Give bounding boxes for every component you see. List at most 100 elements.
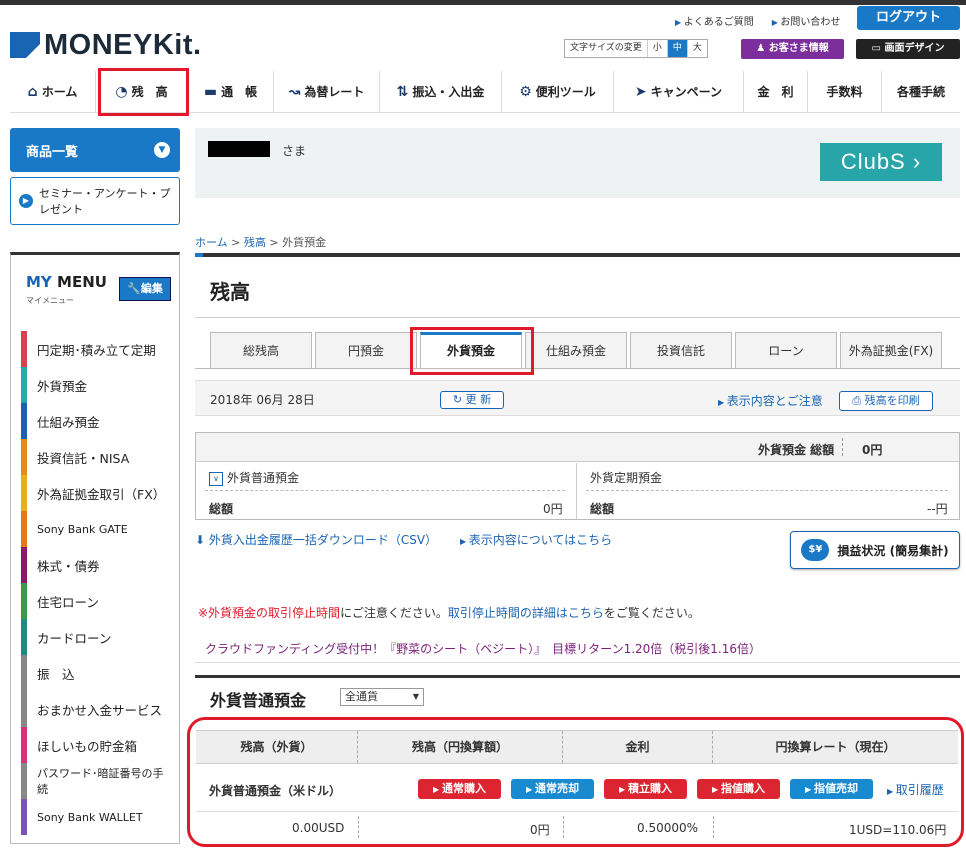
- screen-design-label: 画面デザイン: [884, 43, 945, 54]
- summary-ordinary-title[interactable]: 外貨普通預金: [209, 469, 299, 486]
- crowdfunding-notice[interactable]: クラウドファンディング受付中！『野菜のシート（ベジート）』 目標リターン1.20…: [205, 640, 761, 657]
- edit-label: 編集: [140, 282, 163, 295]
- customer-info-button[interactable]: ♟ お客さま情報: [741, 39, 844, 59]
- refresh-button[interactable]: ↻ 更 新: [440, 391, 504, 409]
- products-label: 商品一覧: [26, 144, 79, 160]
- nav-campaign[interactable]: ➤ キャンペーン: [614, 70, 744, 113]
- font-size-small[interactable]: 小: [646, 40, 667, 57]
- breadcrumb-balance[interactable]: 残高: [244, 236, 266, 249]
- nav-label: 通 帳: [221, 85, 258, 99]
- my-menu-subtitle: マイメニュー: [26, 296, 74, 305]
- nav-exchange-rate[interactable]: ↝ 為替レート: [274, 70, 380, 113]
- nav-home[interactable]: ⌂ ホーム: [10, 70, 96, 113]
- my-menu-item[interactable]: パスワード･暗証番号の手続: [21, 763, 173, 799]
- csv-download-link[interactable]: ⬇ 外貨入出金履歴一括ダウンロード（CSV）: [195, 531, 437, 548]
- about-display-link[interactable]: 表示内容についてはこちら: [460, 531, 612, 548]
- nav-label: キャンペーン: [650, 85, 723, 99]
- nav-transfer[interactable]: ⇅ 振込・入出金: [380, 70, 502, 113]
- summary-time-title: 外貨定期預金: [590, 471, 663, 485]
- customer-info-label: お客さま情報: [768, 43, 829, 54]
- summary-total-value: 0円: [862, 443, 883, 457]
- my-menu-item[interactable]: 株式・債券: [21, 547, 173, 583]
- top-bar: [0, 0, 966, 5]
- nav-label: 金 利: [757, 85, 794, 99]
- tab-loan[interactable]: ローン: [735, 332, 837, 368]
- breadcrumb-home[interactable]: ホーム: [195, 236, 228, 249]
- gear-icon: ⚙: [519, 83, 532, 100]
- my-menu-edit-button[interactable]: 🔧編集: [119, 277, 171, 301]
- my-menu-item[interactable]: ほしいもの貯金箱: [21, 727, 173, 763]
- home-icon: ⌂: [27, 83, 38, 100]
- highlight-tab-foreign: [410, 327, 534, 375]
- logout-button[interactable]: ログアウト: [857, 6, 960, 30]
- summary-header: [196, 433, 959, 462]
- tab-total[interactable]: 総残高: [210, 332, 312, 368]
- font-size-label: 文字サイズの変更: [570, 43, 642, 53]
- summary-dash-left: [205, 490, 565, 491]
- nav-interest[interactable]: 金 利: [744, 70, 808, 113]
- notice-link[interactable]: 表示内容とご注意: [718, 392, 823, 409]
- my-menu-item[interactable]: 外貨預金: [21, 367, 173, 403]
- summary-column-divider: [576, 463, 577, 519]
- summary-separator: [842, 438, 843, 456]
- tab-yen-deposit[interactable]: 円預金: [315, 332, 417, 368]
- warning-red-text[interactable]: ※外貨預金の取引停止時間: [198, 606, 340, 620]
- my-menu-item[interactable]: 住宅ローン: [21, 583, 173, 619]
- nav-tools[interactable]: ⚙ 便利ツール: [502, 70, 614, 113]
- nav-label: 振込・入出金: [412, 85, 485, 99]
- section-rule: [195, 675, 960, 678]
- logo-text: MONEYKit.: [44, 28, 202, 61]
- clubs-banner[interactable]: ClubS ›: [820, 143, 942, 181]
- summary-time-total-label: 総額: [590, 502, 615, 516]
- summary-time-total-value: --円: [927, 502, 948, 516]
- font-size-large[interactable]: 大: [686, 40, 707, 57]
- contact-link[interactable]: お問い合わせ: [772, 13, 840, 28]
- my-menu-item[interactable]: Sony Bank WALLET: [21, 799, 173, 835]
- moneykit-logo[interactable]: MONEYKit.: [10, 28, 202, 62]
- my-menu-item[interactable]: 投資信託・NISA: [21, 439, 173, 475]
- currency-select[interactable]: 全通貨: [340, 688, 424, 706]
- profit-loss-button[interactable]: $¥ 損益状況 (簡易集計): [790, 531, 960, 569]
- top-links: よくあるご質問 お問い合わせ: [675, 13, 841, 28]
- logo-mark-icon: [10, 32, 40, 58]
- my-menu-item[interactable]: カードローン: [21, 619, 173, 655]
- exchange-rate-icon: ↝: [288, 83, 301, 100]
- font-size-medium[interactable]: 中: [666, 40, 687, 57]
- nav-fees[interactable]: 手数料: [808, 70, 882, 113]
- warning-text-1: にご注意ください。: [340, 606, 448, 620]
- highlight-nav-balance: [98, 68, 189, 116]
- my-menu-item[interactable]: おまかせ入金サービス: [21, 691, 173, 727]
- my-menu-item[interactable]: 外為証拠金取引（FX）: [21, 475, 173, 511]
- page-title: 残高: [210, 280, 250, 304]
- faq-link[interactable]: よくあるご質問: [675, 13, 754, 28]
- nav-procedures[interactable]: 各種手続: [882, 71, 960, 113]
- my-menu-item[interactable]: 仕組み預金: [21, 403, 173, 439]
- section-title: 外貨普通預金: [210, 691, 307, 710]
- my-menu-item[interactable]: 振 込: [21, 655, 173, 691]
- download-icon: ⬇: [195, 533, 209, 547]
- my-menu-header: MY MENU マイメニュー 🔧編集: [11, 255, 179, 315]
- screen-design-button[interactable]: ▭ 画面デザイン: [856, 39, 960, 59]
- print-label: 残高を印刷: [864, 394, 920, 407]
- chevron-down-icon: ▼: [154, 142, 170, 158]
- title-divider: [195, 317, 960, 318]
- my-menu-title: MY MENU: [26, 273, 107, 291]
- summary-ordinary-total-label: 総額: [209, 502, 234, 516]
- tab-investment-trust[interactable]: 投資信託: [630, 332, 732, 368]
- monitor-icon: ▭: [871, 43, 885, 54]
- nav-passbook[interactable]: ▬ 通 帳: [188, 70, 274, 113]
- my-menu-item[interactable]: Sony Bank GATE: [21, 511, 173, 547]
- nav-label: 為替レート: [304, 85, 365, 99]
- wrench-icon: 🔧: [127, 282, 141, 295]
- my-menu: MY MENU マイメニュー 🔧編集 円定期･積み立て定期 外貨預金 仕組み預金 投資…: [10, 252, 180, 844]
- products-menu-button[interactable]: 商品一覧 ▼: [10, 128, 180, 172]
- print-balance-button[interactable]: ⎙ 残高を印刷: [839, 391, 933, 411]
- summary-dash-right: [586, 490, 948, 491]
- my-menu-item[interactable]: 円定期･積み立て定期: [21, 331, 173, 367]
- tab-fx[interactable]: 外為証拠金(FX): [840, 332, 942, 368]
- seminar-link[interactable]: ▶ セミナー・アンケート・プレゼント: [10, 177, 180, 225]
- printer-icon: ⎙: [852, 394, 865, 407]
- tab-structured-deposit[interactable]: 仕組み預金: [525, 332, 627, 368]
- stop-time-detail-link[interactable]: 取引停止時間の詳細はこちら: [448, 606, 604, 620]
- transfer-icon: ⇅: [396, 83, 409, 100]
